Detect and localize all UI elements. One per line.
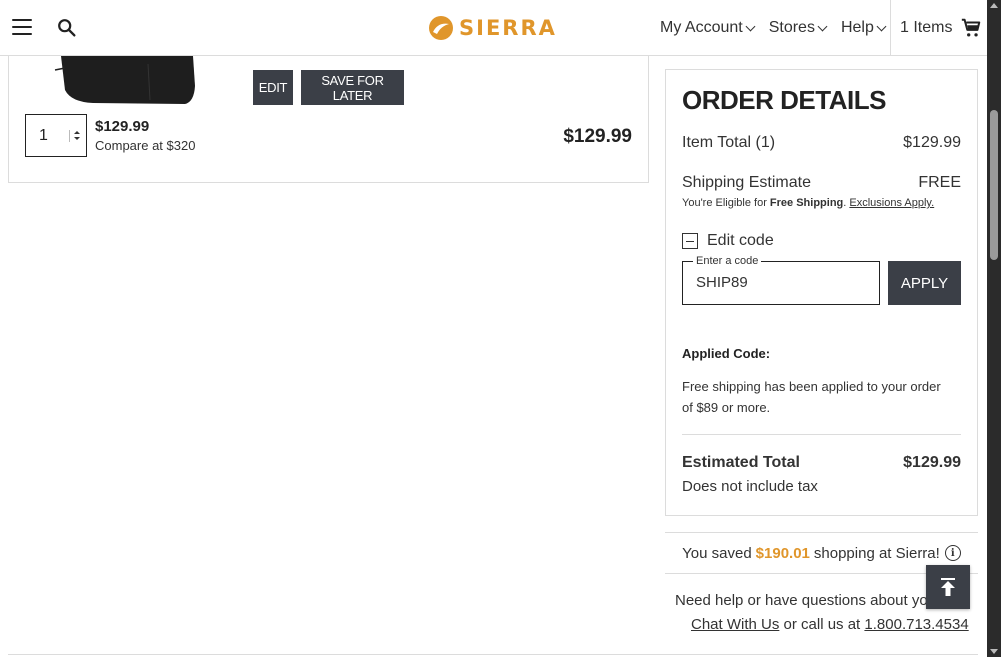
item-price: $129.99: [95, 118, 150, 135]
item-line-total: $129.99: [563, 126, 632, 147]
cart-button[interactable]: 1 Items: [890, 0, 987, 56]
apply-code-button[interactable]: APPLY: [888, 261, 961, 305]
scroll-down-arrow-icon[interactable]: [990, 649, 998, 654]
savings-prefix: You saved: [682, 544, 752, 562]
quantity-value: 1: [39, 126, 48, 144]
help-middle-text: or call us at: [779, 616, 865, 633]
nav-label: Help: [840, 19, 874, 36]
shipping-value: FREE: [918, 174, 961, 191]
item-total-row: Item Total (1) $129.99: [682, 134, 961, 152]
site-header: SIERRA My Account Stores Help 1 Items: [0, 0, 987, 56]
scroll-up-arrow-icon[interactable]: [990, 3, 998, 8]
compare-price: Compare at $320: [95, 138, 196, 153]
promo-code-field[interactable]: Enter a code: [682, 255, 880, 305]
item-total-label: Item Total (1): [682, 134, 776, 151]
savings-amount: $190.01: [755, 544, 810, 562]
nav-help[interactable]: Help: [840, 19, 887, 37]
edit-code-label: Edit code: [707, 232, 774, 249]
edit-button[interactable]: EDIT: [253, 70, 293, 105]
nav-my-account[interactable]: My Account: [660, 19, 756, 37]
divider: [8, 654, 978, 655]
cart-icon: [962, 18, 981, 37]
chevron-down-icon: [745, 21, 756, 32]
edit-code-toggle[interactable]: Edit code: [682, 232, 774, 250]
cart-count-label: 1 Items: [900, 19, 953, 36]
tax-note: Does not include tax: [682, 478, 818, 495]
product-image[interactable]: [53, 56, 203, 106]
estimated-total-row: Estimated Total $129.99: [682, 454, 961, 472]
quantity-select[interactable]: 1: [25, 114, 87, 157]
promo-code-legend: Enter a code: [693, 255, 762, 267]
applied-code-message: Free shipping has been applied to your o…: [682, 379, 941, 415]
info-icon[interactable]: i: [944, 545, 961, 561]
sierra-logo-mark-icon: [429, 16, 453, 40]
divider: [682, 434, 961, 435]
shipping-row: Shipping Estimate FREE: [682, 174, 961, 192]
chevron-down-icon: [876, 21, 887, 32]
collapse-minus-icon: [682, 233, 698, 249]
eligible-prefix: You're Eligible for: [682, 197, 770, 209]
page-scrollbar[interactable]: [987, 0, 1001, 657]
scrollbar-thumb[interactable]: [990, 110, 998, 260]
eligible-bold: Free Shipping: [769, 197, 844, 209]
savings-suffix: shopping at Sierra!: [813, 544, 940, 562]
sierra-logo[interactable]: SIERRA: [428, 13, 557, 43]
menu-icon[interactable]: [12, 19, 32, 35]
nav-stores[interactable]: Stores: [768, 19, 828, 37]
exclusions-link[interactable]: Exclusions Apply.: [849, 197, 934, 209]
save-for-later-button[interactable]: SAVE FOR LATER: [301, 70, 404, 105]
promo-code-input[interactable]: [696, 274, 866, 291]
back-to-top-icon: [941, 578, 955, 596]
item-total-value: $129.99: [903, 134, 961, 151]
estimated-total-value: $129.99: [903, 454, 961, 471]
select-arrows-icon: [69, 130, 81, 142]
applied-code-label: Applied Code:: [682, 346, 771, 361]
order-details-title: ORDER DETAILS: [682, 85, 886, 115]
order-details-panel: ORDER DETAILS Item Total (1) $129.99 Shi…: [665, 69, 978, 516]
nav-label: My Account: [660, 19, 743, 36]
nav-label: Stores: [768, 19, 815, 36]
phone-link[interactable]: 1.800.713.4534: [864, 616, 968, 633]
shipping-label: Shipping Estimate: [682, 174, 811, 191]
back-to-top-button[interactable]: [926, 565, 970, 609]
free-shipping-eligibility: You're Eligible for Free Shipping. Exclu…: [682, 197, 934, 209]
top-nav: My Account Stores Help: [660, 0, 900, 56]
cart-item-card: EDIT SAVE FOR LATER 1 $129.99 Compare at…: [8, 56, 649, 183]
estimated-total-label: Estimated Total: [682, 454, 800, 471]
chat-with-us-link[interactable]: Chat With Us: [691, 616, 779, 633]
help-text: Need help or have questions about your: [675, 592, 942, 609]
help-contact: Chat With Us or call us at 1.800.713.453…: [691, 616, 969, 633]
search-icon[interactable]: [56, 17, 78, 39]
chevron-down-icon: [817, 21, 828, 32]
logo-text: SIERRA: [459, 16, 557, 40]
